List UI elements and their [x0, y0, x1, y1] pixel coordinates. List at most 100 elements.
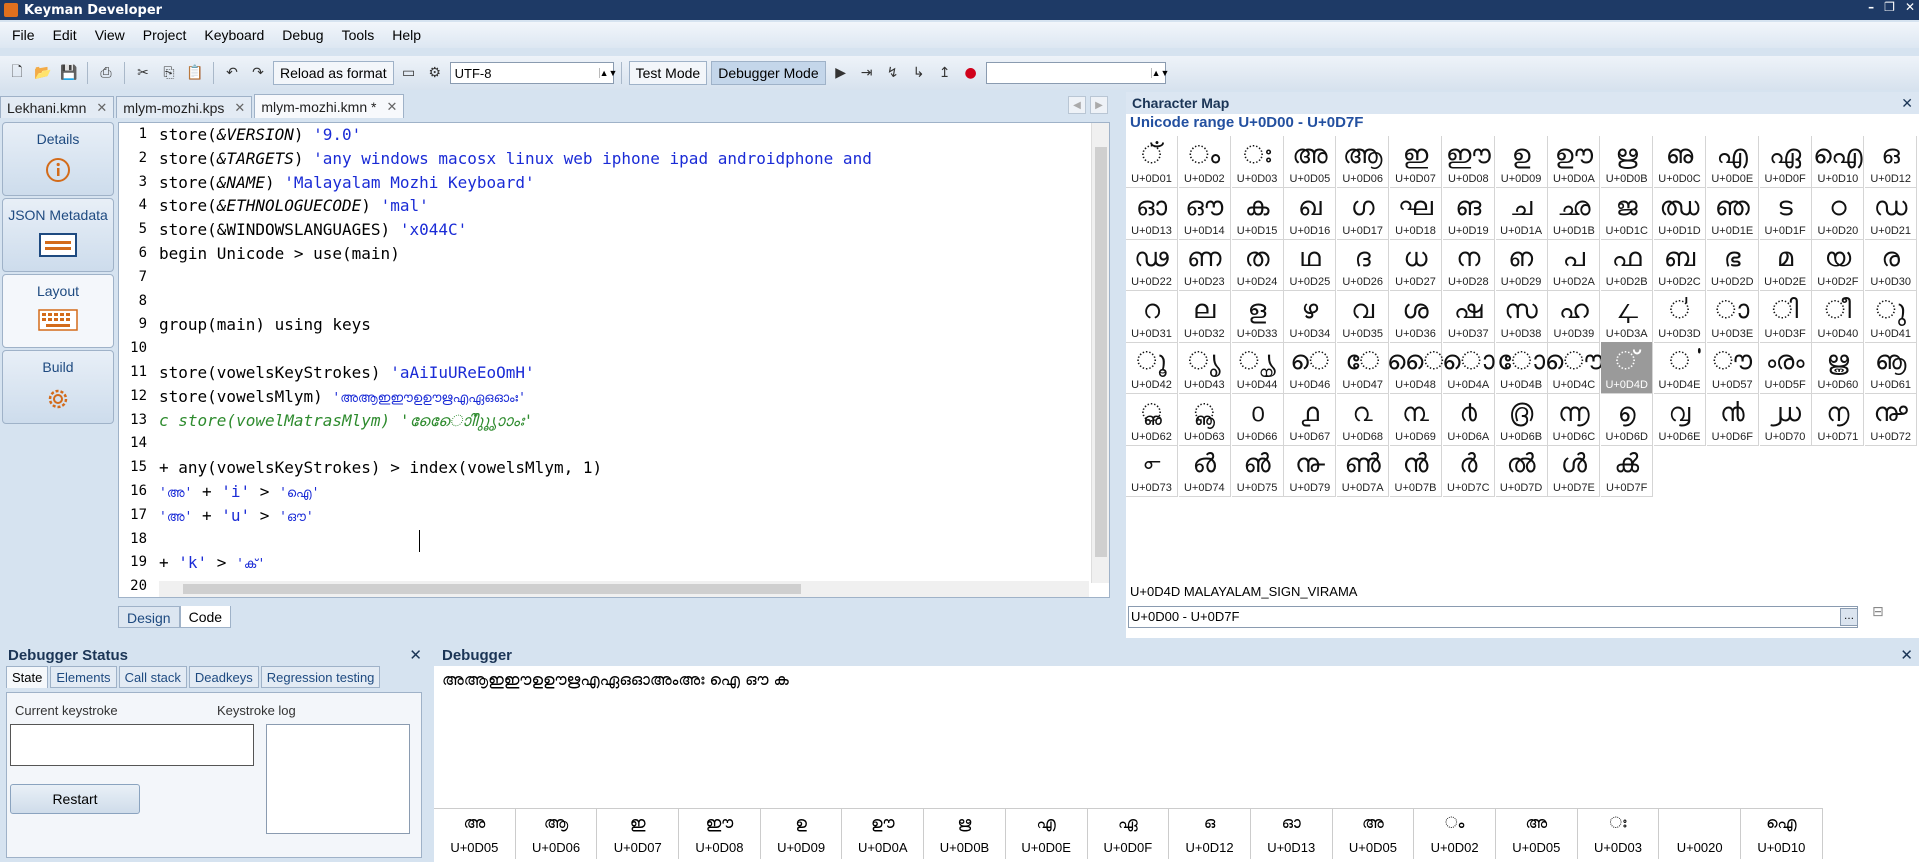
tab-call-stack[interactable]: Call stack — [118, 666, 187, 688]
view-source-icon[interactable]: ▭ — [398, 62, 420, 84]
char-cell[interactable]: ൹ U+0D79 — [1284, 445, 1337, 497]
char-cell[interactable]: ൽ U+0D7D — [1495, 445, 1548, 497]
debug-char-column[interactable]: ഓ U+0D13 — [1251, 809, 1333, 859]
char-cell[interactable]: ഓ U+0D13 — [1126, 187, 1178, 240]
debug-search-input[interactable]: ▲▼ — [985, 62, 1169, 84]
char-cell[interactable]: ൵ U+0D75 — [1231, 445, 1284, 497]
char-cell[interactable]: ം U+0D02 — [1178, 136, 1231, 188]
char-cell[interactable]: ൄ U+0D44 — [1231, 342, 1284, 394]
close-icon[interactable]: ✕ — [96, 100, 107, 116]
char-cell[interactable]: ഒ U+0D12 — [1865, 136, 1918, 188]
tab-lekhani-kmn[interactable]: Lekhani.kmn ✕ — [0, 96, 115, 118]
range-input[interactable]: U+0D00 - U+0D7F — [1128, 606, 1858, 628]
char-cell[interactable]: റ U+0D31 — [1126, 290, 1178, 343]
char-cell[interactable]: ു U+0D41 — [1865, 290, 1918, 343]
horizontal-scrollbar[interactable] — [159, 581, 1089, 597]
char-cell[interactable]: ൴ U+0D74 — [1178, 445, 1231, 497]
browse-button[interactable]: … — [1840, 608, 1858, 626]
char-cell[interactable]: ള U+0D33 — [1231, 290, 1284, 343]
close-icon[interactable]: ✕ — [234, 100, 245, 116]
char-cell[interactable]: ൮ U+0D6E — [1654, 393, 1706, 446]
open-folder-icon[interactable]: 📂 — [32, 62, 54, 84]
redo-icon[interactable]: ↷ — [247, 62, 269, 84]
char-cell[interactable]: ൨ U+0D68 — [1337, 393, 1390, 446]
char-cell[interactable]: ങ U+0D19 — [1442, 187, 1495, 240]
char-cell[interactable]: ൂ U+0D42 — [1126, 342, 1178, 394]
char-cell[interactable]: ഃ U+0D03 — [1231, 136, 1284, 188]
tab-mlym-mozhi-kps[interactable]: mlym-mozhi.kps ✕ — [116, 96, 253, 118]
debug-char-column[interactable]: ഋ U+0D0B — [924, 809, 1006, 859]
char-cell[interactable]: ൢ U+0D62 — [1126, 393, 1178, 446]
close-icon[interactable]: ✕ — [409, 646, 422, 664]
char-cell[interactable]: ൧ U+0D67 — [1284, 393, 1337, 446]
char-cell[interactable]: ൦ U+0D66 — [1231, 393, 1284, 446]
debug-char-column[interactable]: ഐ U+0D10 — [1741, 809, 1823, 859]
menu-edit[interactable]: Edit — [53, 27, 77, 43]
char-cell[interactable]: ൿ U+0D7F — [1601, 445, 1654, 497]
char-cell[interactable]: ശ U+0D36 — [1390, 290, 1442, 343]
menu-help[interactable]: Help — [392, 27, 421, 43]
test-mode-button[interactable]: Test Mode — [628, 61, 708, 85]
char-cell[interactable]: ഈ U+0D08 — [1442, 136, 1495, 188]
char-cell[interactable]: ൻ U+0D7B — [1390, 445, 1442, 497]
sidebar-item-layout[interactable]: Layout — [2, 274, 114, 348]
char-cell[interactable]: യ U+0D2F — [1812, 239, 1865, 291]
char-cell[interactable]: ൳ U+0D73 — [1126, 445, 1178, 497]
char-cell[interactable]: ൟ U+0D5F — [1759, 342, 1812, 394]
minimize-icon[interactable]: – — [1868, 0, 1874, 14]
tab-state[interactable]: State — [6, 666, 49, 688]
code-area[interactable]: store(&VERSION) '9.0' store(&TARGETS) 'an… — [159, 123, 1091, 583]
char-cell[interactable]: ഡ U+0D21 — [1865, 187, 1918, 240]
char-cell[interactable]: ൪ U+0D6A — [1442, 393, 1495, 446]
debugger-mode-button[interactable]: Debugger Mode — [711, 61, 826, 85]
char-cell[interactable]: ഏ U+0D0F — [1759, 136, 1812, 188]
debug-char-column[interactable]: ം U+0D02 — [1414, 809, 1496, 859]
sidebar-item-details[interactable]: Details — [2, 122, 114, 196]
debug-char-column[interactable]: ഈ U+0D08 — [679, 809, 761, 859]
char-cell[interactable]: ഁ U+0D01 — [1126, 136, 1178, 188]
char-cell[interactable]: എ U+0D0E — [1706, 136, 1759, 188]
char-cell[interactable]: ൲ U+0D72 — [1865, 393, 1918, 446]
char-cell[interactable]: ൱ U+0D71 — [1812, 393, 1865, 446]
char-cell[interactable]: ൌ U+0D4C — [1545, 342, 1603, 394]
char-cell[interactable]: ണ U+0D23 — [1178, 239, 1231, 291]
char-cell[interactable]: ജ U+0D1C — [1601, 187, 1654, 240]
char-cell[interactable]: ൠ U+0D60 — [1812, 342, 1865, 394]
char-cell[interactable]: ന U+0D28 — [1442, 239, 1495, 291]
char-cell[interactable]: ീ U+0D40 — [1812, 290, 1865, 343]
char-cell[interactable]: ൯ U+0D6F — [1706, 393, 1759, 446]
tab-design[interactable]: Design — [118, 606, 180, 628]
char-cell[interactable]: ോ U+0D4B — [1495, 342, 1548, 394]
keystroke-log-list[interactable] — [266, 724, 410, 834]
step-in-icon[interactable]: ↳ — [908, 62, 930, 84]
char-cell[interactable]: ഖ U+0D16 — [1284, 187, 1337, 240]
debug-char-column[interactable]: എ U+0D0E — [1006, 809, 1088, 859]
copy-icon[interactable]: ⎘ — [158, 62, 180, 84]
char-cell[interactable]: ത U+0D24 — [1231, 239, 1284, 291]
close-icon[interactable]: ✕ — [1901, 95, 1913, 112]
char-cell[interactable]: ഉ U+0D09 — [1495, 136, 1548, 188]
tab-code[interactable]: Code — [179, 606, 232, 628]
tab-scroll-right-icon[interactable]: ▶ — [1090, 96, 1108, 114]
restart-button[interactable]: Restart — [10, 784, 140, 814]
char-cell[interactable]: ഻ U+0D3D — [1654, 290, 1706, 343]
char-cell[interactable]: അ U+0D05 — [1284, 136, 1337, 188]
char-cell[interactable]: ഛ U+0D1B — [1548, 187, 1601, 240]
char-cell[interactable]: ഭ U+0D2D — [1706, 239, 1759, 291]
menu-tools[interactable]: Tools — [342, 27, 375, 43]
save-icon[interactable]: 💾 — [58, 62, 80, 84]
char-cell[interactable]: ഋ U+0D0B — [1601, 136, 1654, 188]
char-cell[interactable]: ൡ U+0D61 — [1865, 342, 1918, 394]
menu-view[interactable]: View — [95, 27, 125, 43]
tab-regression-testing[interactable]: Regression testing — [260, 666, 381, 688]
reload-as-format-button[interactable]: Reload as format — [273, 61, 394, 85]
char-cell[interactable]: ഢ U+0D22 — [1126, 239, 1178, 291]
char-cell[interactable]: ് U+0D4D — [1601, 342, 1654, 394]
char-cell[interactable]: ൾ U+0D7E — [1548, 445, 1601, 497]
tab-scroll-left-icon[interactable]: ◀ — [1068, 96, 1086, 114]
vertical-scrollbar[interactable] — [1091, 123, 1109, 583]
encoding-select[interactable]: UTF-8 ▲▼ — [449, 62, 617, 84]
char-cell[interactable]: ഷ U+0D37 — [1442, 290, 1495, 343]
filter-icon[interactable]: ⊟ — [1872, 604, 1912, 626]
char-cell[interactable]: ൩ U+0D69 — [1390, 393, 1442, 446]
